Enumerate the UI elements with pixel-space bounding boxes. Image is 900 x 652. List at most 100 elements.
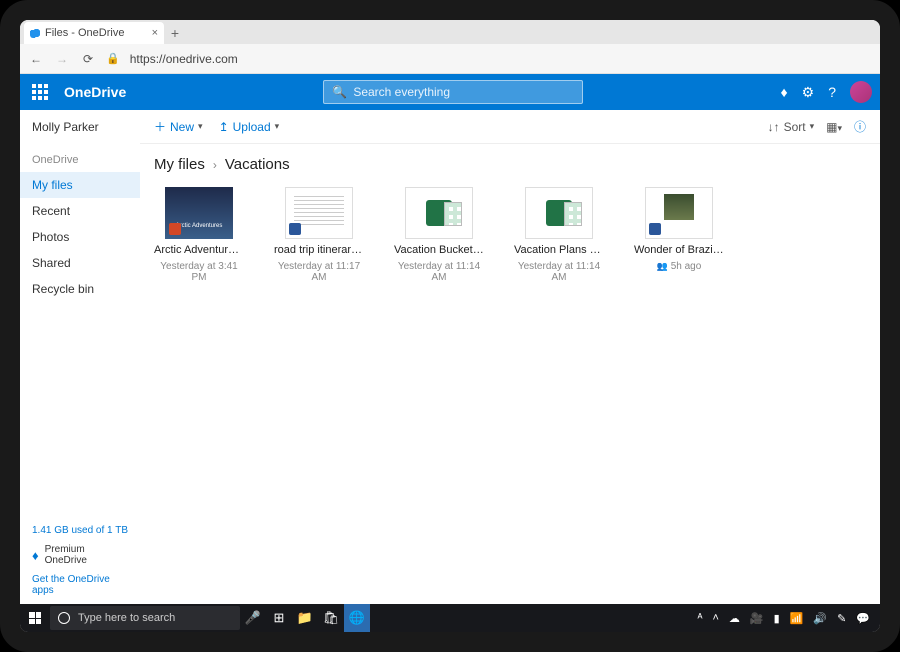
wifi-icon[interactable]: 📶 bbox=[790, 612, 804, 625]
user-name: Molly Parker bbox=[20, 110, 140, 144]
browser-tab[interactable]: Files - OneDrive × bbox=[24, 22, 164, 44]
breadcrumb-current: Vacations bbox=[225, 156, 290, 173]
file-card[interactable]: Wonder of Brazil.docx 👥 5h ago bbox=[634, 187, 724, 283]
premium-onedrive-link[interactable]: ♦ Premium OneDrive bbox=[32, 544, 128, 566]
word-icon bbox=[289, 223, 301, 235]
upload-button[interactable]: ↥ Upload ▾ bbox=[219, 120, 280, 134]
device-frame: Files - OneDrive × + ← → ⟳ 🔒 https://one… bbox=[0, 0, 900, 652]
sort-icon: ↓↑ bbox=[768, 120, 780, 134]
url-text[interactable]: https://onedrive.com bbox=[130, 52, 238, 66]
file-card[interactable]: road trip itinerary.docx Yesterday at 11… bbox=[274, 187, 364, 283]
info-icon[interactable]: ⓘ bbox=[854, 118, 866, 135]
excel-icon bbox=[546, 200, 572, 226]
volume-icon[interactable]: 🔊 bbox=[813, 612, 827, 625]
chevron-down-icon: ▾ bbox=[810, 121, 815, 132]
command-bar: ＋ New ▾ ↥ Upload ▾ ↓↑ Sort ▾ bbox=[140, 110, 880, 144]
file-name: Wonder of Brazil.docx bbox=[634, 244, 724, 256]
microsoft-store-icon[interactable]: 🛍 bbox=[318, 604, 344, 632]
sort-label: Sort bbox=[784, 120, 806, 134]
cortana-icon bbox=[58, 612, 70, 624]
excel-icon bbox=[426, 200, 452, 226]
brand-label[interactable]: OneDrive bbox=[64, 84, 126, 100]
help-icon[interactable]: ? bbox=[828, 84, 836, 100]
file-thumbnail-pptx: Arctic Adventures bbox=[165, 187, 233, 239]
mic-icon[interactable]: 🎤 bbox=[240, 604, 266, 632]
onedrive-tray-icon[interactable]: ☁ bbox=[729, 612, 740, 625]
file-name: road trip itinerary.docx bbox=[274, 244, 364, 256]
sidebar-section-label: OneDrive bbox=[20, 148, 140, 172]
browser-tabbar: Files - OneDrive × + bbox=[20, 20, 880, 44]
premium-label: Premium OneDrive bbox=[45, 544, 128, 566]
pen-icon[interactable]: ✎ bbox=[837, 612, 846, 625]
sidebar: Molly Parker OneDrive My files Recent Ph… bbox=[20, 110, 140, 604]
file-thumbnail-xlsx bbox=[405, 187, 473, 239]
search-input[interactable] bbox=[353, 85, 574, 99]
windows-taskbar: Type here to search 🎤 ⊞ 📁 🛍 🌐 ᴬ ˄ ☁ 🎥 ▮ … bbox=[20, 604, 880, 632]
chevron-down-icon: ▾ bbox=[275, 121, 280, 132]
new-button[interactable]: ＋ New ▾ bbox=[154, 118, 203, 135]
notifications-icon[interactable]: 💬 bbox=[856, 612, 870, 625]
sidebar-item-shared[interactable]: Shared bbox=[20, 250, 140, 276]
app-launcher-icon[interactable] bbox=[28, 80, 52, 104]
task-view-icon[interactable]: ⊞ bbox=[266, 604, 292, 632]
sidebar-item-recyclebin[interactable]: Recycle bin bbox=[20, 276, 140, 302]
file-card[interactable]: Vacation Bucket List.xlsx Yesterday at 1… bbox=[394, 187, 484, 283]
shared-icon: 👥 bbox=[657, 261, 668, 271]
system-tray: ᴬ ˄ ☁ 🎥 ▮ 📶 🔊 ✎ 💬 bbox=[697, 612, 880, 625]
file-explorer-icon[interactable]: 📁 bbox=[292, 604, 318, 632]
diamond-icon: ♦ bbox=[32, 548, 39, 563]
storage-usage-text[interactable]: 1.41 GB used of 1 TB bbox=[32, 525, 128, 536]
file-thumbnail-docx bbox=[645, 187, 713, 239]
file-date: 👥 5h ago bbox=[657, 261, 702, 272]
header-icons: ♦ ⚙ ? bbox=[780, 81, 872, 103]
screen: Files - OneDrive × + ← → ⟳ 🔒 https://one… bbox=[20, 20, 880, 632]
file-name: Vacation Plans 2021.xlsx bbox=[514, 244, 604, 256]
taskbar-search-placeholder: Type here to search bbox=[78, 612, 175, 624]
refresh-icon[interactable]: ⟳ bbox=[80, 52, 96, 66]
chevron-down-icon: ▾ bbox=[198, 121, 203, 132]
breadcrumb-root[interactable]: My files bbox=[154, 156, 205, 173]
onedrive-favicon-icon bbox=[30, 28, 40, 38]
forward-icon[interactable]: → bbox=[54, 52, 70, 66]
settings-gear-icon[interactable]: ⚙ bbox=[802, 84, 815, 101]
breadcrumb: My files › Vacations bbox=[146, 152, 874, 187]
new-tab-button[interactable]: + bbox=[164, 22, 186, 44]
plus-icon: ＋ bbox=[154, 118, 166, 135]
tab-title: Files - OneDrive bbox=[45, 27, 124, 39]
sidebar-item-recent[interactable]: Recent bbox=[20, 198, 140, 224]
meet-now-icon[interactable]: 🎥 bbox=[750, 612, 764, 625]
windows-logo-icon bbox=[29, 612, 41, 624]
new-label: New bbox=[170, 120, 194, 134]
file-card[interactable]: Arctic Adventures Arctic Adventures.pptx… bbox=[154, 187, 244, 283]
premium-diamond-icon[interactable]: ♦ bbox=[780, 84, 787, 100]
battery-icon[interactable]: ▮ bbox=[774, 612, 780, 625]
upload-icon: ↥ bbox=[219, 120, 229, 134]
word-icon bbox=[649, 223, 661, 235]
upload-label: Upload bbox=[233, 120, 271, 134]
back-icon[interactable]: ← bbox=[28, 52, 44, 66]
start-button[interactable] bbox=[20, 612, 50, 624]
sidebar-item-photos[interactable]: Photos bbox=[20, 224, 140, 250]
file-card[interactable]: Vacation Plans 2021.xlsx Yesterday at 11… bbox=[514, 187, 604, 283]
taskbar-search[interactable]: Type here to search bbox=[50, 606, 240, 630]
lock-icon: 🔒 bbox=[106, 52, 120, 65]
thumb-title: Arctic Adventures bbox=[165, 223, 233, 229]
view-toggle-icon[interactable]: ▦▾ bbox=[826, 120, 842, 134]
sidebar-item-myfiles[interactable]: My files bbox=[20, 172, 140, 198]
file-name: Vacation Bucket List.xlsx bbox=[394, 244, 484, 256]
file-name: Arctic Adventures.pptx bbox=[154, 244, 244, 256]
content-body: Molly Parker OneDrive My files Recent Ph… bbox=[20, 110, 880, 604]
avatar[interactable] bbox=[850, 81, 872, 103]
edge-browser-icon[interactable]: 🌐 bbox=[344, 604, 370, 632]
chevron-right-icon: › bbox=[213, 158, 217, 172]
search-box[interactable]: 🔍 bbox=[323, 80, 583, 104]
get-apps-link[interactable]: Get the OneDrive apps bbox=[32, 574, 128, 596]
file-date: Yesterday at 11:14 AM bbox=[394, 261, 484, 283]
tray-chevron-icon[interactable]: ˄ bbox=[712, 612, 718, 624]
browser-addressbar: ← → ⟳ 🔒 https://onedrive.com bbox=[20, 44, 880, 74]
sort-button[interactable]: ↓↑ Sort ▾ bbox=[768, 120, 815, 134]
language-icon[interactable]: ᴬ bbox=[697, 612, 702, 624]
search-icon: 🔍 bbox=[332, 85, 347, 99]
tab-close-icon[interactable]: × bbox=[152, 27, 158, 39]
main-panel: ＋ New ▾ ↥ Upload ▾ ↓↑ Sort ▾ bbox=[140, 110, 880, 604]
